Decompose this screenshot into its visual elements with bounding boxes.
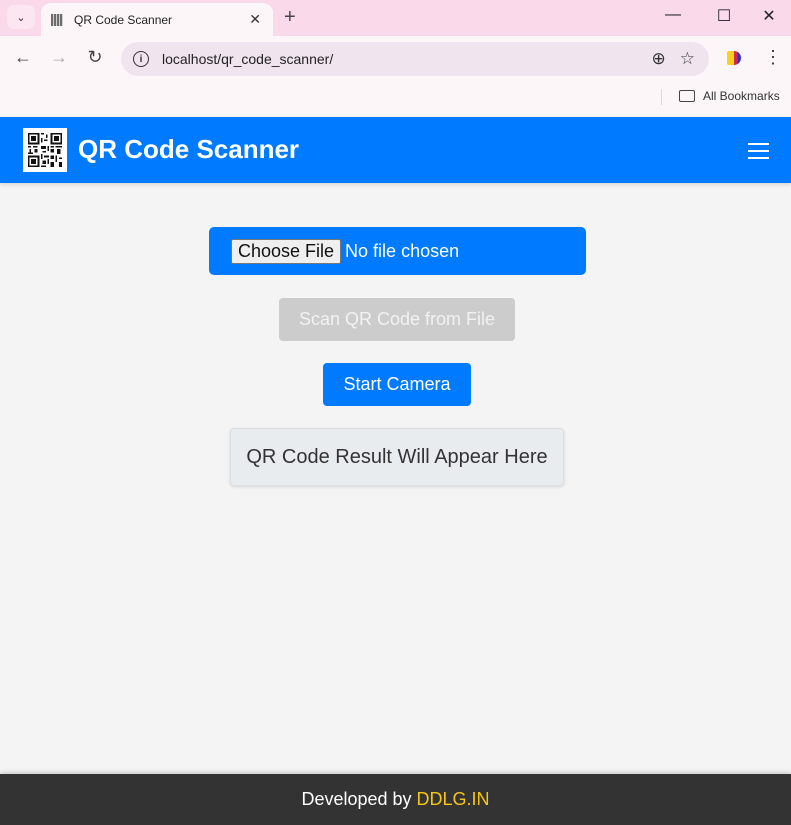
tab-search-button[interactable]: ⌄ [7,5,35,29]
star-icon[interactable]: ☆ [680,49,695,69]
hamburger-menu-icon[interactable] [748,143,769,159]
file-status: No file chosen [345,240,460,261]
address-bar[interactable]: i localhost/qr_code_scanner/ ⊕ ☆ [121,42,709,76]
forward-button[interactable]: → [48,47,70,68]
choose-file-button[interactable]: Choose File [231,238,342,264]
developer-link[interactable]: DDLG.IN [417,789,490,810]
close-icon[interactable]: ✕ [249,11,261,28]
all-bookmarks-link[interactable]: All Bookmarks [703,89,780,103]
extension-icon[interactable] [727,51,741,65]
hamburger-line [748,150,769,152]
app-header: QR Code Scanner [0,117,791,183]
app-title: QR Code Scanner [78,134,300,164]
bookmarks-divider [661,89,662,105]
scan-qr-from-file-button[interactable]: Scan QR Code from File [279,298,515,341]
more-vert-icon[interactable]: ⋮ [764,48,782,66]
chevron-down-icon: ⌄ [16,11,26,24]
maximize-button[interactable]: ☐ [714,6,734,26]
hamburger-line [748,157,769,159]
minimize-button[interactable]: — [663,6,683,24]
info-icon[interactable]: i [133,51,149,67]
start-camera-button[interactable]: Start Camera [323,363,471,406]
back-button[interactable]: ← [12,47,34,68]
bookmarks-bar: All Bookmarks [0,82,791,116]
new-tab-button[interactable]: + [284,6,296,29]
browser-titlebar: ⌄ QR Code Scanner ✕ + — ☐ ✕ [0,0,791,36]
file-input[interactable]: Choose File No file chosen [209,227,586,275]
browser-tab[interactable]: QR Code Scanner ✕ [41,3,273,36]
tab-title: QR Code Scanner [74,12,173,27]
reload-button[interactable]: ↻ [84,47,106,68]
qr-result-box: QR Code Result Will Appear Here [230,428,564,486]
browser-toolbar: ← → ↻ i localhost/qr_code_scanner/ ⊕ ☆ ⋮ [0,36,791,82]
url-text[interactable]: localhost/qr_code_scanner/ [162,51,652,67]
footer: Developed by DDLG.IN [0,774,791,825]
close-window-button[interactable]: ✕ [759,6,779,26]
zoom-in-icon[interactable]: ⊕ [652,49,666,69]
qr-code-icon [23,128,67,172]
folder-icon[interactable] [679,90,695,102]
hamburger-line [748,143,769,145]
qr-code-icon [51,13,63,26]
footer-credit-text: Developed by [301,789,412,809]
